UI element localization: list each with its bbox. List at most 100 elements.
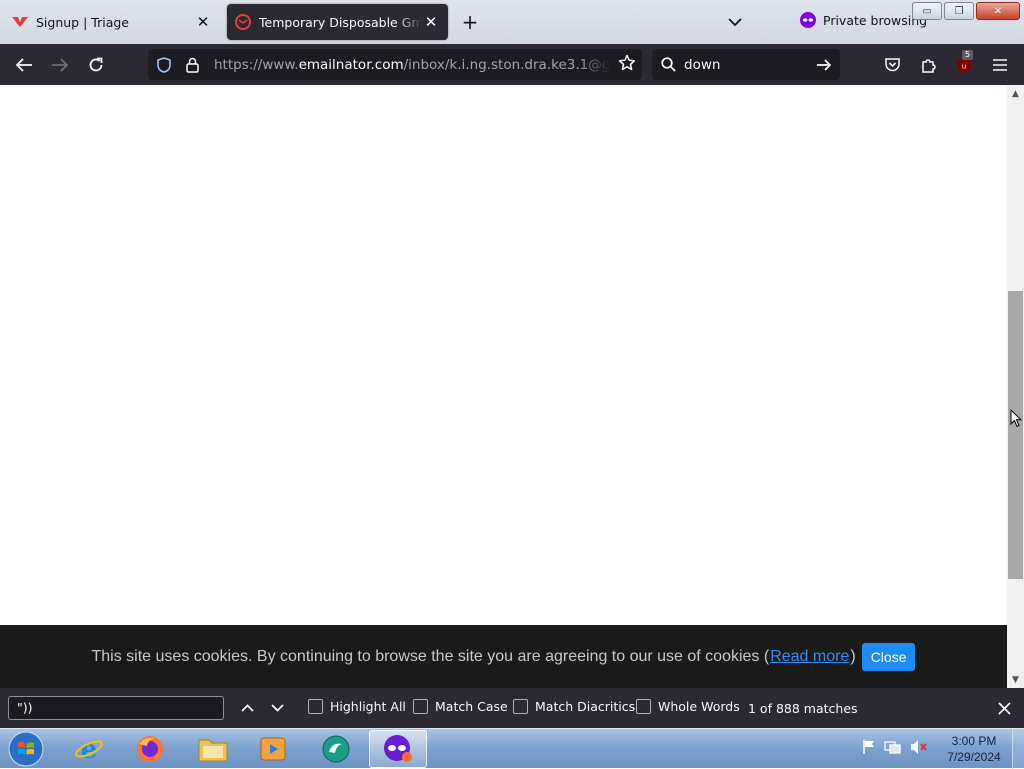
match-diacritics-label: Match Diacritics	[535, 699, 636, 714]
extensions-button[interactable]	[915, 52, 941, 78]
system-tray	[862, 739, 928, 755]
lock-icon[interactable]	[180, 57, 204, 73]
search-input[interactable]: down	[684, 57, 816, 73]
forward-arrow-icon	[52, 58, 69, 72]
cookie-consent-banner: This site uses cookies. By continuing to…	[0, 625, 1007, 688]
reload-button[interactable]	[83, 52, 109, 78]
window-controls: ▭ ❐ ✕	[912, 2, 1020, 20]
start-button[interactable]	[6, 731, 46, 767]
close-tab-icon[interactable]: ✕	[194, 13, 212, 31]
triage-favicon-icon	[12, 14, 28, 30]
tab-title: Signup | Triage	[36, 14, 129, 30]
app-menu-button[interactable]	[987, 52, 1013, 78]
scrollbar-thumb[interactable]	[1008, 291, 1023, 579]
close-icon	[997, 701, 1011, 715]
tab-temporary-gmail[interactable]: Temporary Disposable Gmail | Tem ✕	[227, 4, 448, 40]
pocket-icon	[884, 58, 900, 72]
highlight-all-label: Highlight All	[330, 699, 406, 714]
match-diacritics-checkbox[interactable]: Match Diacritics	[513, 699, 635, 714]
whole-words-label: Whole Words	[658, 699, 740, 714]
network-icon[interactable]	[884, 739, 902, 755]
url-bar[interactable]: https://www.emailnator.com/inbox/k.i.ng.…	[148, 49, 642, 80]
reload-icon	[89, 57, 103, 72]
taskbar-firefox-private[interactable]	[369, 730, 427, 768]
taskbar-file-explorer[interactable]	[184, 730, 242, 768]
find-input[interactable]: "))	[8, 696, 224, 720]
ublock-count-badge: 5	[962, 50, 974, 60]
folder-icon	[198, 739, 228, 762]
highlight-all-checkbox[interactable]: Highlight All	[308, 699, 406, 714]
close-tab-icon[interactable]: ✕	[422, 13, 440, 31]
url-path: /inbox/k.i.ng.ston.dra.ke3.1@gmail.com	[403, 56, 610, 73]
tab-strip: Signup | Triage ✕ Temporary Disposable G…	[0, 0, 1024, 44]
vertical-scrollbar[interactable]: ▲ ▼	[1007, 85, 1024, 688]
whole-words-checkbox[interactable]: Whole Words	[636, 699, 740, 714]
clock-time: 3:00 PM	[951, 734, 997, 748]
action-center-flag-icon[interactable]	[862, 739, 876, 755]
firefox-icon	[137, 736, 163, 762]
scroll-up-arrow-icon[interactable]: ▲	[1010, 88, 1021, 99]
url-prefix: https://www.	[214, 56, 299, 73]
bookmark-star-icon[interactable]	[618, 54, 636, 76]
checkbox-box[interactable]	[308, 699, 323, 714]
page-content: ▲ ▼ This site uses cookies. By continuin…	[0, 85, 1024, 688]
hamburger-menu-icon	[993, 59, 1007, 71]
media-player-icon	[260, 737, 286, 761]
close-window-button[interactable]: ✕	[976, 2, 1020, 20]
windows-logo-icon	[8, 731, 44, 767]
checkbox-box[interactable]	[413, 699, 428, 714]
show-desktop-button[interactable]	[1012, 729, 1024, 769]
volume-muted-icon[interactable]	[910, 739, 928, 755]
find-match-count: 1 of 888 matches	[748, 701, 858, 716]
search-bar[interactable]: down	[652, 49, 840, 80]
scroll-down-arrow-icon[interactable]: ▼	[1010, 674, 1021, 685]
private-mask-icon	[800, 12, 816, 28]
search-icon	[661, 57, 676, 72]
restore-button[interactable]: ❐	[944, 2, 974, 20]
find-in-page-bar: ")) Highlight All Match Case Match Diacr…	[0, 688, 1024, 728]
private-browsing-mask-icon	[384, 735, 412, 762]
tab-signup-triage[interactable]: Signup | Triage ✕	[4, 4, 220, 40]
checkbox-box[interactable]	[513, 699, 528, 714]
taskbar-green-app[interactable]	[307, 730, 365, 768]
minimize-button[interactable]: ▭	[912, 2, 942, 20]
svg-text:e: e	[81, 735, 98, 764]
chevron-up-icon	[240, 704, 254, 712]
url-text[interactable]: https://www.emailnator.com/inbox/k.i.ng.…	[214, 57, 610, 73]
taskbar-media-player[interactable]	[244, 730, 302, 768]
cookie-close-button[interactable]: Close	[861, 642, 916, 671]
checkbox-box[interactable]	[636, 699, 651, 714]
cookie-message-end: )	[850, 647, 856, 665]
search-go-arrow-icon[interactable]	[816, 58, 832, 72]
emailnator-favicon-icon	[235, 14, 251, 30]
chat-bubble-icon	[322, 735, 350, 763]
close-find-bar-button[interactable]	[994, 698, 1014, 718]
read-more-link[interactable]: Read more	[770, 648, 849, 666]
private-browsing-indicator: Private browsing	[800, 12, 927, 28]
cookie-message: This site uses cookies. By continuing to…	[91, 647, 770, 665]
windows-taskbar: e 3:00 PM 7/29/2024	[0, 728, 1024, 769]
navigation-toolbar: https://www.emailnator.com/inbox/k.i.ng.…	[0, 44, 1024, 85]
chevron-down-icon	[270, 704, 284, 712]
url-host: emailnator.com	[298, 56, 404, 73]
mouse-pointer-icon	[1010, 409, 1022, 428]
tracking-protection-shield-icon[interactable]	[152, 56, 176, 73]
svg-text:u: u	[962, 62, 966, 70]
back-button[interactable]	[11, 52, 37, 78]
match-case-checkbox[interactable]: Match Case	[413, 699, 508, 714]
taskbar-clock[interactable]: 3:00 PM 7/29/2024	[940, 733, 1008, 765]
match-case-label: Match Case	[435, 699, 508, 714]
internet-explorer-icon: e	[75, 735, 103, 764]
list-all-tabs-chevron-down-icon[interactable]	[724, 11, 746, 33]
taskbar-firefox[interactable]	[121, 730, 179, 768]
find-next-button[interactable]	[266, 697, 288, 719]
taskbar-internet-explorer[interactable]: e	[60, 730, 118, 768]
puzzle-piece-icon	[921, 58, 936, 73]
find-previous-button[interactable]	[236, 697, 258, 719]
pocket-button[interactable]	[879, 52, 905, 78]
new-tab-button[interactable]: +	[458, 10, 482, 34]
clock-date: 7/29/2024	[947, 750, 1001, 764]
back-arrow-icon	[15, 58, 32, 72]
tab-title: Temporary Disposable Gmail | Tem	[259, 14, 422, 30]
forward-button[interactable]	[47, 52, 73, 78]
